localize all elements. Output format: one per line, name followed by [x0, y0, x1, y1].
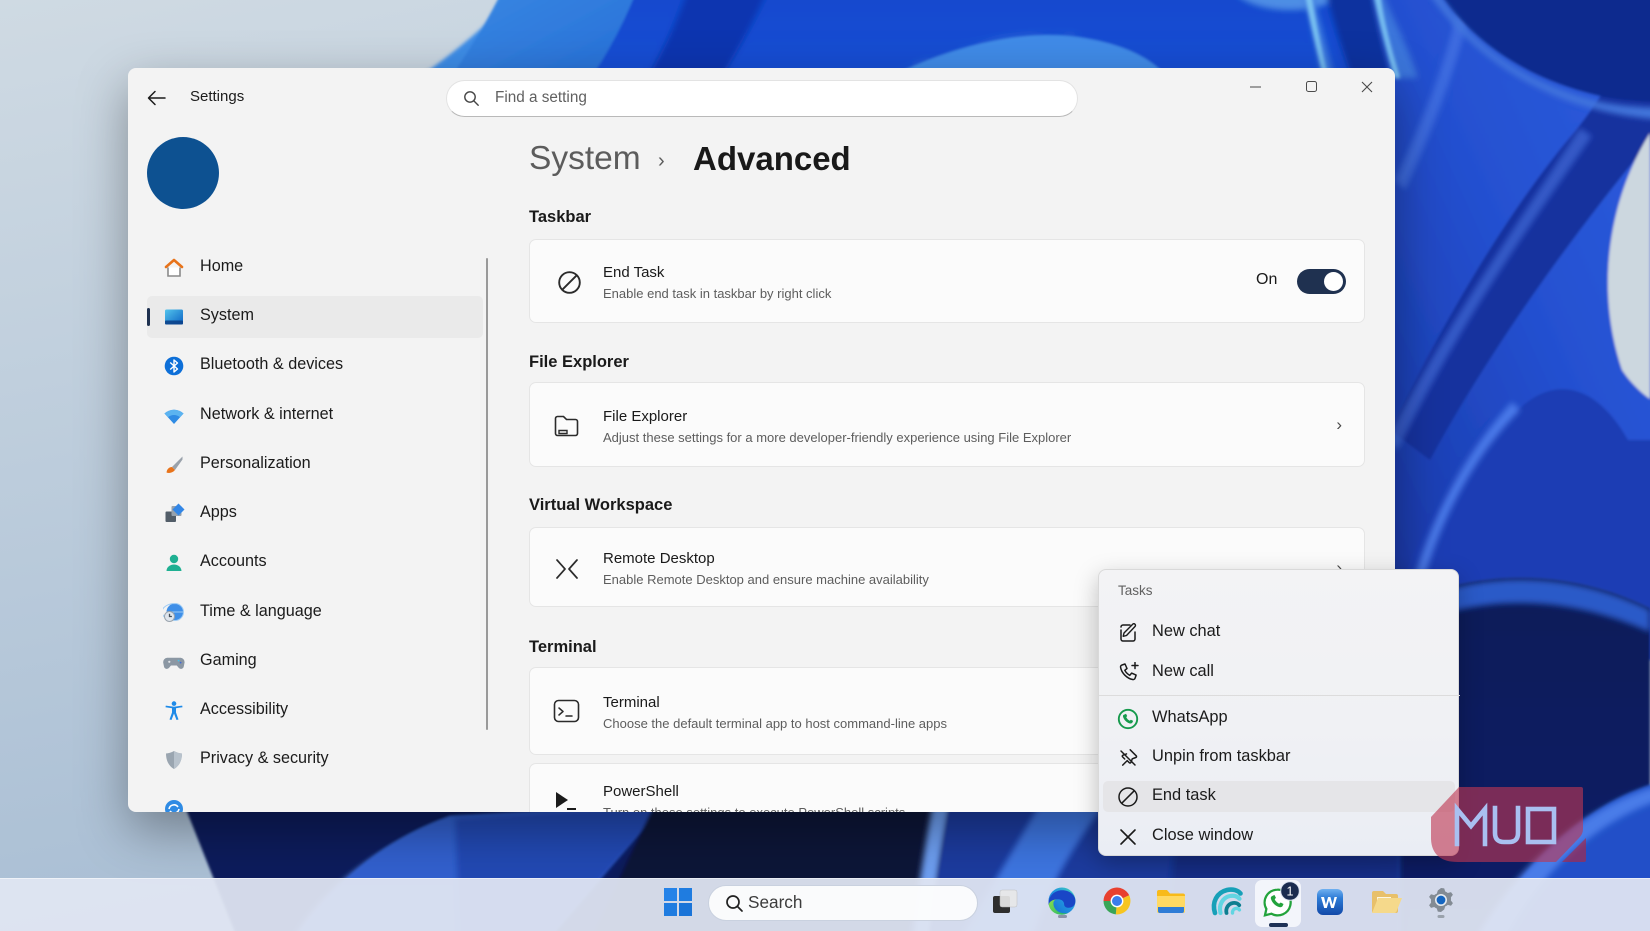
svg-text:1: 1	[1287, 885, 1294, 899]
